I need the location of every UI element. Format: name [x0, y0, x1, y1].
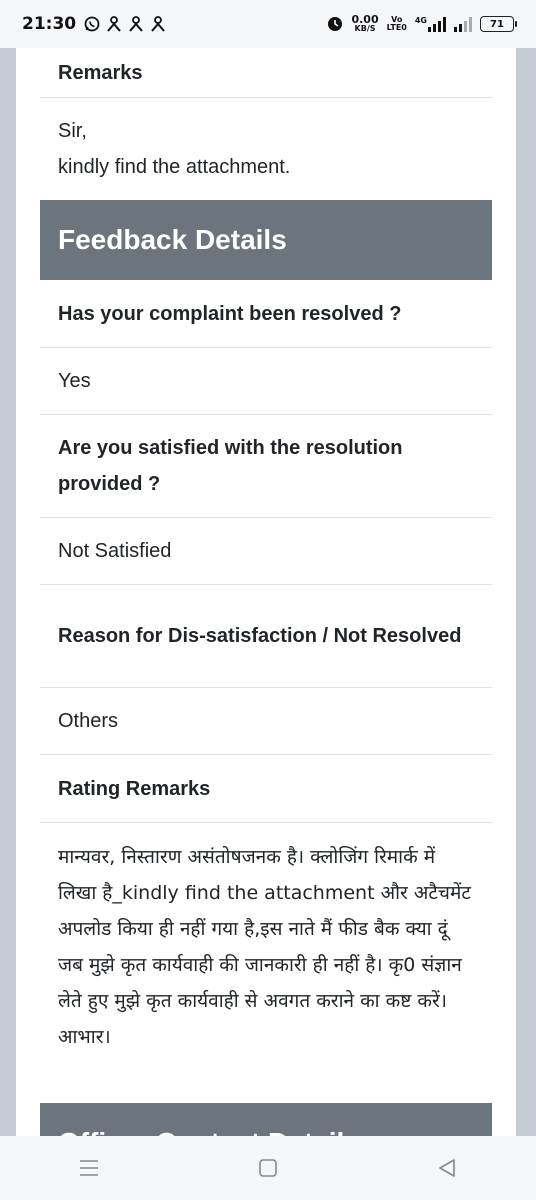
complaint-details-card: Remarks Sir, kindly find the attachment.… — [16, 48, 516, 1136]
feedback-q2-row: Are you satisfied with the resolution pr… — [40, 415, 492, 518]
rating-remarks-value: मान्यवर, निस्तारण असंतोषजनक है। क्लोजिंग… — [58, 846, 471, 1048]
home-button[interactable] — [248, 1148, 288, 1188]
feedback-q4-row: Rating Remarks — [40, 755, 492, 823]
officer-section-title: Officer Contact Details — [58, 1127, 360, 1136]
status-time: 21:30 — [22, 14, 77, 34]
feedback-a4-row: मान्यवर, निस्तारण असंतोषजनक है। क्लोजिंग… — [40, 823, 492, 1103]
menu-icon — [80, 1160, 99, 1176]
whatsapp-icon — [84, 16, 100, 32]
volte-indicator: Vo LTE0 — [386, 15, 407, 32]
officer-section-header: Officer Contact Details — [40, 1103, 492, 1136]
person-icon — [107, 16, 121, 32]
feedback-title: Feedback Details — [58, 224, 287, 255]
back-icon — [438, 1159, 455, 1177]
question-satisfied-label: Are you satisfied with the resolution pr… — [58, 437, 403, 495]
remarks-label-row: Remarks — [40, 48, 492, 98]
answer-satisfied: Not Satisfied — [58, 540, 172, 562]
back-button[interactable] — [427, 1148, 467, 1188]
remarks-label: Remarks — [58, 61, 143, 84]
recent-apps-button[interactable] — [69, 1148, 109, 1188]
signal-icon — [454, 16, 472, 32]
home-icon — [259, 1159, 277, 1177]
answer-resolved: Yes — [58, 370, 91, 392]
notification-icons — [84, 16, 166, 32]
feedback-section-header: Feedback Details — [40, 200, 492, 280]
answer-reason: Others — [58, 710, 119, 732]
battery-icon: 71 — [480, 16, 517, 32]
question-reason-label: Reason for Dis-satisfaction / Not Resolv… — [58, 625, 462, 647]
person-icon — [129, 16, 143, 32]
feedback-a2-row: Not Satisfied — [40, 518, 492, 585]
status-bar: 21:30 0.00 KB/S Vo LTE0 4G 71 — [0, 0, 536, 48]
net-speed: 0.00 KB/S — [351, 13, 379, 33]
remarks-line-1: Sir, — [58, 120, 87, 142]
feedback-a3-row: Others — [40, 688, 492, 755]
remarks-line-2: kindly find the attachment. — [58, 156, 291, 178]
network-type: 4G — [414, 16, 427, 25]
navigation-bar — [0, 1136, 536, 1200]
alarm-icon — [328, 17, 343, 31]
person-icon — [151, 16, 165, 32]
question-resolved-label: Has your complaint been resolved ? — [58, 302, 402, 325]
rating-remarks-label: Rating Remarks — [58, 777, 211, 800]
feedback-q3-row: Reason for Dis-satisfaction / Not Resolv… — [40, 585, 492, 688]
signal-icon — [428, 16, 446, 32]
feedback-a1-row: Yes — [40, 348, 492, 415]
feedback-q1-row: Has your complaint been resolved ? — [40, 280, 492, 348]
remarks-value-row: Sir, kindly find the attachment. — [40, 98, 492, 200]
